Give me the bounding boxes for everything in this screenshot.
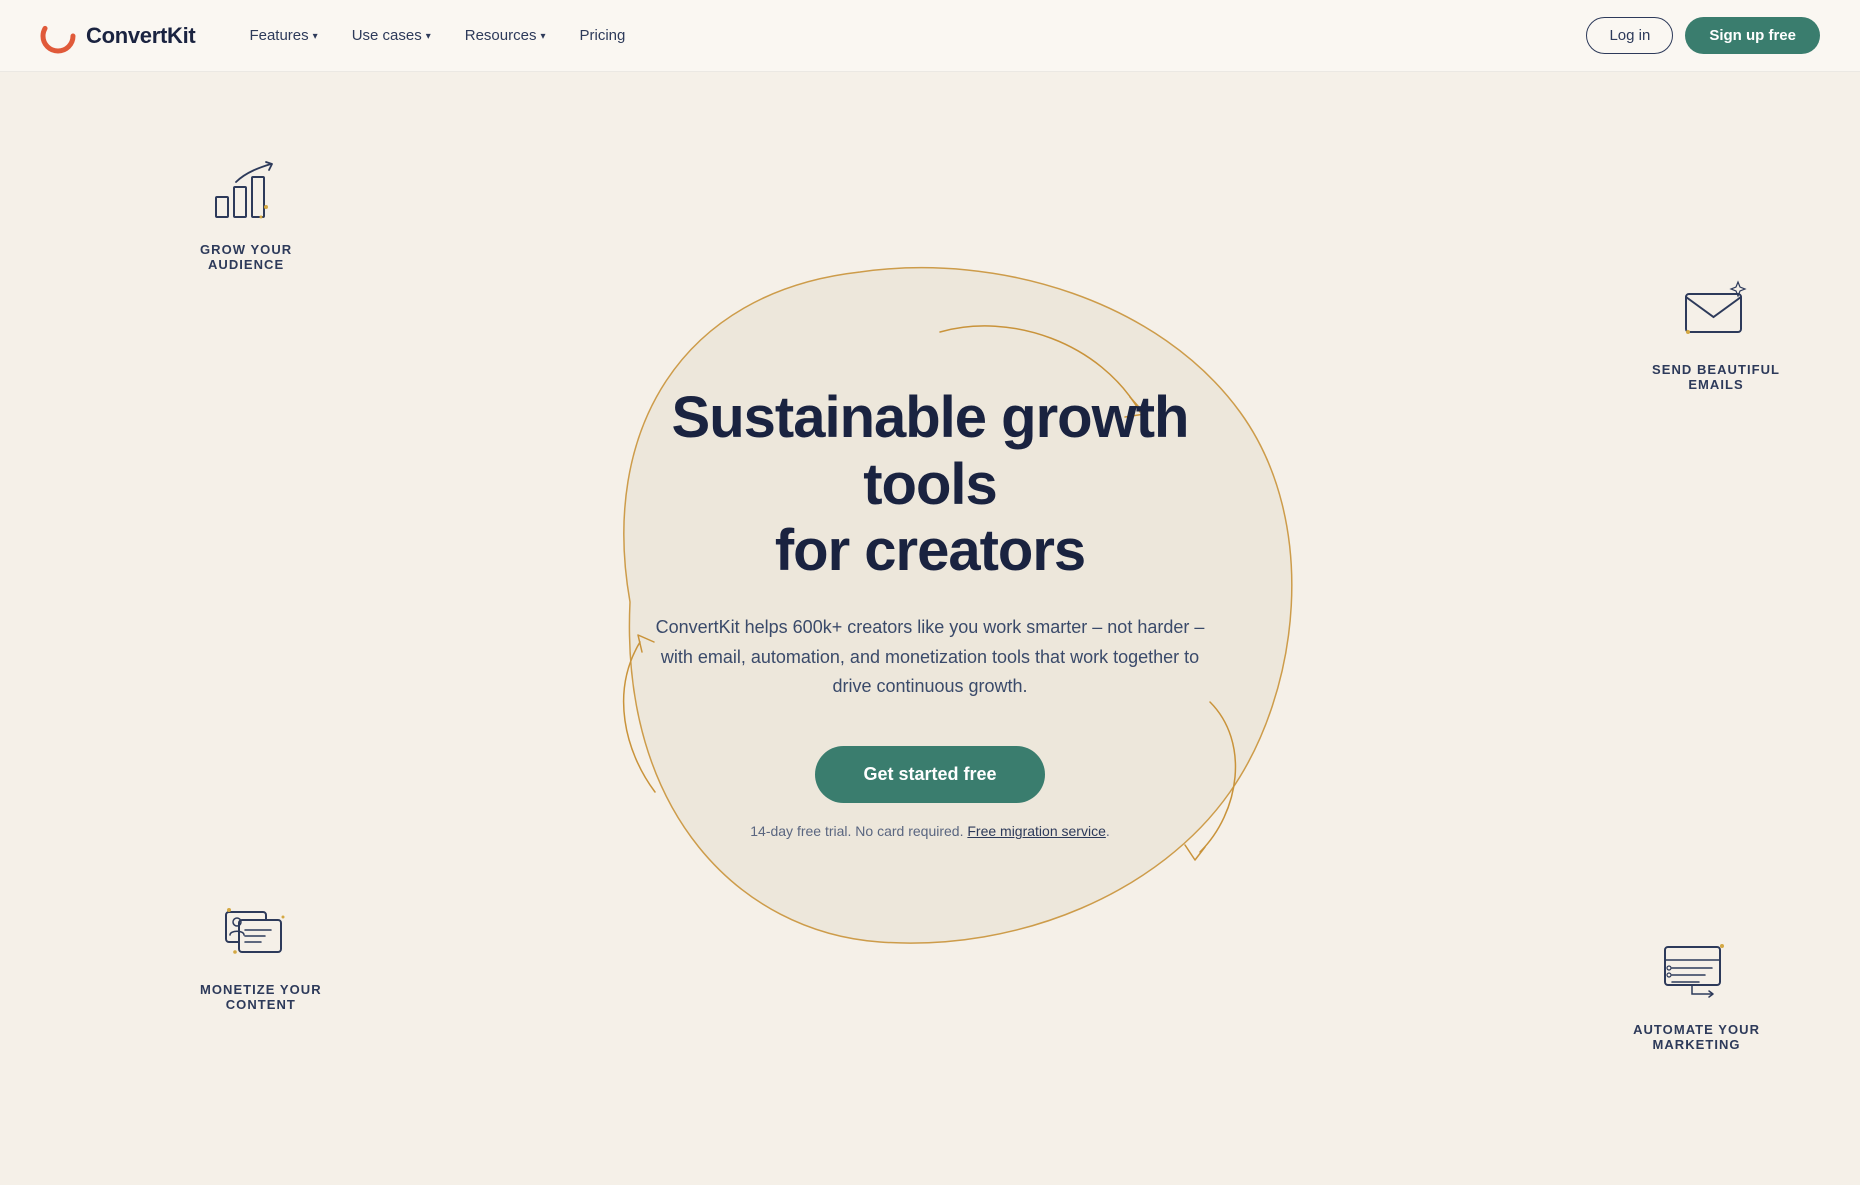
nav-item-usecases[interactable]: Use cases ▾: [338, 19, 445, 52]
hero-trial-text: 14-day free trial. No card required. Fre…: [610, 823, 1250, 839]
hero-content: Sustainable growth tools for creators Co…: [570, 325, 1290, 879]
logo[interactable]: ConvertKit: [40, 18, 195, 54]
nav-item-features[interactable]: Features ▾: [235, 19, 331, 52]
callout-monetize: MONETIZE YOUR CONTENT: [200, 892, 322, 1012]
callout-email: SEND BEAUTIFUL EMAILS: [1652, 272, 1780, 392]
nav-actions: Log in Sign up free: [1586, 17, 1820, 54]
hero-title: Sustainable growth tools for creators: [610, 385, 1250, 585]
callout-grow-label: GROW YOUR AUDIENCE: [200, 242, 292, 272]
navbar: ConvertKit Features ▾ Use cases ▾ Resour…: [0, 0, 1860, 72]
chevron-down-icon: ▾: [313, 31, 318, 42]
callout-email-label: SEND BEAUTIFUL EMAILS: [1652, 362, 1780, 392]
logo-icon: [40, 18, 76, 54]
automate-icon: [1657, 932, 1737, 1012]
signup-button[interactable]: Sign up free: [1685, 17, 1820, 54]
login-button[interactable]: Log in: [1586, 17, 1673, 54]
chevron-down-icon: ▾: [426, 31, 431, 42]
migration-link[interactable]: Free migration service: [967, 823, 1106, 839]
logo-text: ConvertKit: [86, 23, 195, 49]
nav-item-pricing[interactable]: Pricing: [565, 19, 639, 52]
nav-item-resources[interactable]: Resources ▾: [451, 19, 560, 52]
callout-automate-label: AUTOMATE YOUR MARKETING: [1633, 1022, 1760, 1052]
grow-audience-icon: [206, 152, 286, 232]
cta-button[interactable]: Get started free: [815, 746, 1044, 803]
callout-grow: GROW YOUR AUDIENCE: [200, 152, 292, 272]
chevron-down-icon: ▾: [540, 31, 545, 42]
monetize-icon: [221, 892, 301, 972]
hero-section: GROW YOUR AUDIENCE SEND BEAUTIFUL EMAILS: [0, 72, 1860, 1132]
callout-monetize-label: MONETIZE YOUR CONTENT: [200, 982, 322, 1012]
callout-automate: AUTOMATE YOUR MARKETING: [1633, 932, 1760, 1052]
send-emails-icon: [1676, 272, 1756, 352]
hero-subtitle: ConvertKit helps 600k+ creators like you…: [640, 613, 1220, 702]
nav-links: Features ▾ Use cases ▾ Resources ▾ Prici…: [235, 19, 1586, 52]
